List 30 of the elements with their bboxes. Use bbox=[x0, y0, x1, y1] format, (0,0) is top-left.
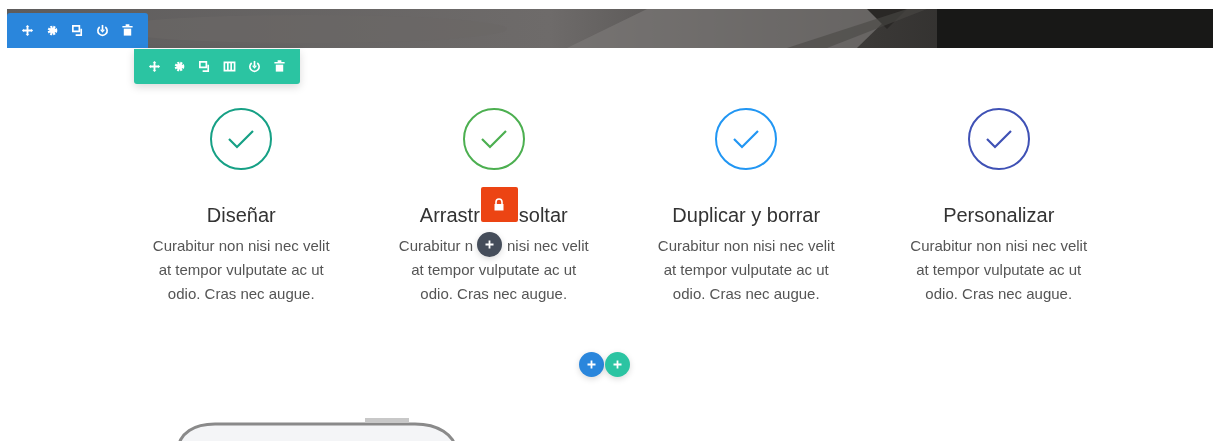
add-button[interactable] bbox=[477, 232, 502, 257]
lock-button[interactable] bbox=[480, 187, 518, 222]
feature-title: Duplicar y borrar bbox=[672, 203, 821, 228]
feature-title: soltar bbox=[518, 203, 568, 228]
power-icon bbox=[96, 24, 109, 37]
settings-icon bbox=[173, 60, 186, 73]
duplicate-icon bbox=[71, 24, 84, 37]
add-row-button[interactable] bbox=[578, 352, 604, 377]
power-icon bbox=[248, 60, 261, 73]
feature-text: nisi nec velit bbox=[507, 236, 589, 256]
delete-icon bbox=[121, 24, 134, 37]
move-icon bbox=[21, 24, 34, 37]
move-icon bbox=[148, 60, 161, 73]
plus-icon bbox=[485, 240, 494, 249]
columns-icon bbox=[223, 60, 236, 73]
delete-icon bbox=[273, 60, 286, 73]
feature-title: Arrastr bbox=[419, 203, 480, 228]
feature-text: at tempor vulputate ac ut odio. Cras nec augue. bbox=[410, 260, 578, 304]
lock-icon bbox=[493, 198, 506, 211]
feature-text: Curabitur n bbox=[398, 236, 473, 256]
feature-title: Diseñar bbox=[206, 203, 276, 228]
feature-text: Curabitur non nisi nec velit at tempor vulputate ac ut odio. Cras nec augue. bbox=[151, 236, 331, 304]
plus-icon bbox=[612, 360, 622, 369]
feature-text: Curabitur non nisi nec velit at tempor vulputate ac ut odio. Cras nec augue. bbox=[909, 236, 1089, 304]
plus-icon bbox=[586, 360, 596, 369]
add-column-button[interactable] bbox=[604, 352, 630, 377]
settings-icon bbox=[46, 24, 59, 37]
feature-title: Personalizar bbox=[943, 203, 1055, 228]
duplicate-icon bbox=[198, 60, 211, 73]
feature-text: Curabitur non nisi nec velit at tempor vulputate ac ut odio. Cras nec augue. bbox=[656, 236, 836, 304]
